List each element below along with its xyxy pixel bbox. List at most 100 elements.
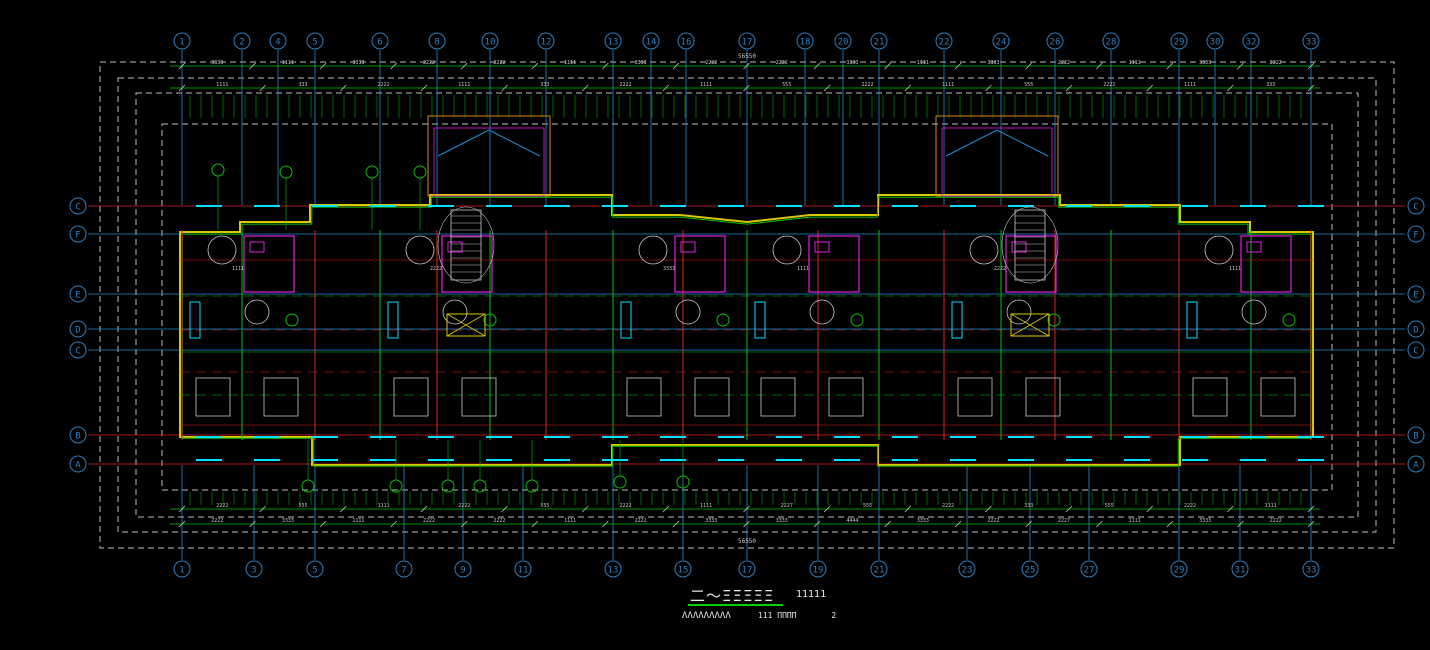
room-tag-2 xyxy=(716,313,730,327)
dim-text-0-1: 1111 xyxy=(282,60,294,66)
axis-top-26-17-label: 26 xyxy=(1050,38,1061,48)
sink-1 xyxy=(447,241,463,253)
overall-dimension-bottom: 56550 xyxy=(738,538,756,545)
dim-text-1-12: 1111 xyxy=(1184,82,1196,88)
dining-table-3 xyxy=(809,299,835,325)
axis-top-14-9-label: 14 xyxy=(646,38,657,48)
dim-text-3-4: 2222 xyxy=(494,518,506,524)
stair-ellipse-1 xyxy=(1001,206,1059,284)
axis-right-C-0-label: C xyxy=(1413,203,1418,213)
axis-top-2-1-label: 2 xyxy=(239,38,244,48)
axis-bottom-25-12-label: 25 xyxy=(1025,566,1036,576)
floor-plan-drawing: 1111 2222 3333 1111 2222 1111 3333 1111 3333 222… xyxy=(69,32,1425,578)
dim-text-0-7: 2222 xyxy=(705,60,717,66)
dim-text-1-1: 333 xyxy=(298,82,307,88)
balcony-diag-a-1 xyxy=(945,129,998,157)
balcony-diag-b-0 xyxy=(488,129,541,157)
bed-b-0 xyxy=(263,377,299,417)
dim-text-0-15: 2222 xyxy=(1270,60,1282,66)
dim-text-1-10: 555 xyxy=(1024,82,1033,88)
bath-3 xyxy=(808,235,860,293)
dim-text-0-0: 3333 xyxy=(211,60,223,66)
axis-top-17-11-label: 17 xyxy=(742,38,753,48)
axis-bottom-1-0-label: 1 xyxy=(179,566,184,576)
stair-0 xyxy=(450,209,482,281)
axis-left-B-5-label: B xyxy=(75,432,80,442)
dimension-lines: 3333 1111 3333 2222 2222 1111 3333 2222 2222 3333… xyxy=(170,60,1320,528)
dim-text-3-8: 3333 xyxy=(776,518,788,524)
drawing-title-block: 二～ΞΞΞΞΞ 11111 ΛΛΛΛΛΛΛΛΛ 111 ΠΠΠΠ 2 xyxy=(640,580,900,630)
axis-top-24-16-label: 24 xyxy=(996,38,1007,48)
axis-bottom-5-2-label: 5 xyxy=(312,566,317,576)
axis-bottom-17-8-label: 17 xyxy=(742,566,753,576)
axis-top-4-2-label: 4 xyxy=(275,38,280,48)
axis-top-21-14-label: 21 xyxy=(874,38,885,48)
bath-1 xyxy=(441,235,493,293)
drawing-note-small: 2 xyxy=(831,611,837,620)
wardrobe-0 xyxy=(189,301,201,339)
bed-a-4 xyxy=(957,377,993,417)
dim-text-0-6: 3333 xyxy=(635,60,647,66)
drawing-note-code: 111 xyxy=(758,611,773,620)
axis-top-6-4-label: 6 xyxy=(377,38,382,48)
axis-right-F-1-label: F xyxy=(1413,231,1418,241)
callout-1 xyxy=(279,165,293,179)
axis-top-30-20-label: 30 xyxy=(1210,38,1221,48)
callout-3 xyxy=(413,165,427,179)
axis-top-22-15-label: 22 xyxy=(939,38,950,48)
dim-text-3-10: 3333 xyxy=(917,518,929,524)
dim-text-1-13: 333 xyxy=(1266,82,1275,88)
axis-left-F-1-label: F xyxy=(75,231,80,241)
wardrobe-1 xyxy=(387,301,399,339)
title-underline xyxy=(688,604,783,606)
bed-a-1 xyxy=(393,377,429,417)
axis-bottom-19-9-label: 19 xyxy=(813,566,824,576)
dim-text-0-14: 3333 xyxy=(1199,60,1211,66)
dim-text-0-2: 3333 xyxy=(352,60,364,66)
axis-bottom-7-3-label: 7 xyxy=(401,566,406,576)
axis-right-E-2-label: E xyxy=(1413,291,1418,301)
bed-a-5 xyxy=(1192,377,1228,417)
axis-left-C-4-label: C xyxy=(75,347,80,357)
drawing-note: 111 ΠΠΠΠ 2 xyxy=(758,611,836,620)
drawing-title: 二～ΞΞΞΞΞ xyxy=(690,587,775,605)
right-axis-bubbles: C F E D C B A xyxy=(1407,197,1425,473)
stair-1 xyxy=(1014,209,1046,281)
left-axis-bubbles: C F E D C B A xyxy=(69,197,87,473)
dim-text-0-11: 3333 xyxy=(987,60,999,66)
axis-top-5-3-label: 5 xyxy=(312,38,317,48)
dim-text-3-13: 1111 xyxy=(1129,518,1141,524)
balcony-inner-1 xyxy=(941,127,1053,197)
dim-text-3-12: 2227 xyxy=(1058,518,1070,524)
room-label-0: 1111 xyxy=(232,266,244,272)
dim-text-1-0: 1111 xyxy=(216,82,228,88)
dim-text-1-7: 555 xyxy=(782,82,791,88)
wardrobe-3 xyxy=(754,301,766,339)
dim-text-2-11: 555 xyxy=(1105,503,1114,509)
dim-text-2-0: 2222 xyxy=(216,503,228,509)
dim-text-2-12: 2222 xyxy=(1184,503,1196,509)
dim-text-0-12: 2222 xyxy=(1058,60,1070,66)
dim-text-0-8: 2222 xyxy=(776,60,788,66)
dim-text-3-2: 1111 xyxy=(352,518,364,524)
axis-top-16-10-label: 16 xyxy=(681,38,692,48)
drawing-subtitle: ΛΛΛΛΛΛΛΛΛ xyxy=(682,611,731,621)
dim-text-3-7: 3333 xyxy=(705,518,717,524)
dim-text-1-11: 2222 xyxy=(1103,82,1115,88)
bed-a-3 xyxy=(760,377,796,417)
axis-right-A-6-label: A xyxy=(1413,461,1419,471)
room-tag-5 xyxy=(1282,313,1296,327)
bed-b-2 xyxy=(694,377,730,417)
top-axis-bubbles: 1 2 4 5 6 8 10 12 13 14 16 17 18 20 21 22 24 26 28 29 30 32 33 xyxy=(173,32,1320,50)
room-tag-0 xyxy=(285,313,299,327)
axis-top-33-22-label: 33 xyxy=(1306,38,1317,48)
room-label-5: 1111 xyxy=(1229,266,1241,272)
wardrobe-4 xyxy=(951,301,963,339)
axis-top-10-6-label: 10 xyxy=(485,38,496,48)
axis-top-28-18-label: 28 xyxy=(1106,38,1117,48)
axis-top-13-8-label: 13 xyxy=(608,38,619,48)
wardrobe-5 xyxy=(1186,301,1198,339)
dim-text-1-2: 2222 xyxy=(378,82,390,88)
dim-text-3-6: 2222 xyxy=(635,518,647,524)
axis-top-20-13-label: 20 xyxy=(838,38,849,48)
